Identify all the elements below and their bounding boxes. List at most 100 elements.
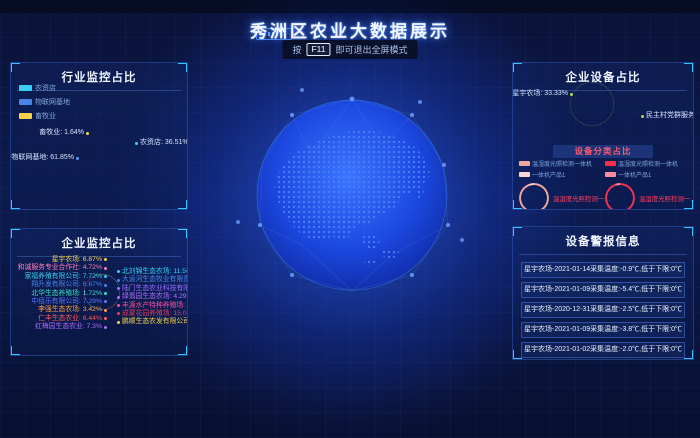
alarm-list: 星宇农场-2021-01-14采集温度:-0.9℃,低于下限:0℃ 星宇农场-2…	[513, 255, 693, 360]
hint-suffix: 即可退出全屏模式	[336, 43, 408, 56]
slice-label: 农资店: 36.51%	[135, 139, 188, 147]
slice-label: 家福养殖有限公司: 7.72%	[25, 273, 107, 281]
industry-legend: 农资店 物联网基地 畜牧业	[19, 83, 70, 121]
panel-equipment-ratio: 企业设备占比 星宇农场: 33.33% 民主村党群服务中心... 设备分类占比 …	[512, 62, 694, 210]
legend-swatch	[605, 172, 616, 177]
label-dot	[117, 312, 120, 315]
slice-label: 鹏顺生态农发有限公司: 6.87	[117, 318, 188, 326]
page-title: 秀洲区农业大数据展示	[0, 17, 700, 42]
corner-accent	[512, 62, 522, 72]
classification-donut-b[interactable]	[605, 183, 635, 210]
slice-label: 物联网基地: 61.85%	[15, 154, 79, 162]
slice-label: 陆门生态农业科技有限公	[117, 285, 188, 293]
corner-accent	[512, 226, 522, 236]
pointer-label: 温湿度光照检测一…	[553, 194, 611, 203]
alarm-row[interactable]: 星宇农场-2020-12-31采集温度:-2.5℃,低于下限:0℃	[521, 302, 685, 318]
corner-accent	[684, 350, 694, 360]
legend-swatch	[605, 161, 616, 166]
label-dot	[104, 309, 107, 312]
mesh-node	[418, 100, 422, 104]
label-dot	[117, 279, 120, 282]
legend-item[interactable]: 温湿度光照检测一体机	[519, 159, 603, 168]
slice-label: 绿翡园生态农场: 4.29	[117, 293, 187, 301]
enterprise-right-labels: 北刘锦生态农场: 11.56% 大运河生态牧业有限责任公 陆门生态农业科技有限公…	[117, 268, 188, 326]
label-dot	[117, 270, 120, 273]
label-dot	[104, 284, 107, 287]
label-dot	[104, 275, 107, 278]
panel-title: 设备警报信息	[519, 227, 687, 255]
corner-accent	[10, 228, 20, 238]
label-dot	[117, 296, 120, 299]
label-dot	[117, 287, 120, 290]
corner-accent	[10, 346, 20, 356]
classification-subtitle: 设备分类占比	[553, 145, 653, 158]
classification-group-b: 温湿度光照检测一体机 一体机产品1 温湿度光照检测一…	[605, 159, 691, 210]
slice-label: 北刘锦生态农场: 11.56%	[117, 268, 188, 276]
slice-label: 丰源水产特种养殖场: 1.	[117, 302, 188, 310]
industry-donut-chart[interactable]	[83, 136, 129, 182]
legend-swatch	[19, 99, 32, 105]
panel-alarm-info: 设备警报信息 星宇农场-2021-01-14采集温度:-0.9℃,低于下限:0℃…	[512, 226, 694, 360]
alarm-row[interactable]: 星宇农场-2021-01-09采集温度:-5.4℃,低于下限:0℃	[521, 282, 685, 298]
label-dot	[135, 142, 138, 145]
label-dot	[104, 267, 107, 270]
corner-accent	[178, 200, 188, 210]
legend-item[interactable]: 物联网基地	[19, 97, 70, 107]
slice-label: 红梅园生态农业: 7.3%	[35, 323, 107, 331]
top-bar	[0, 0, 700, 13]
corner-accent	[684, 62, 694, 72]
corner-accent	[512, 350, 522, 360]
legend-item[interactable]: 畜牧业	[19, 111, 70, 121]
classification-group-a: 温湿度光照检测一体机 一体机产品1 温湿度光照检测一…	[519, 159, 603, 210]
slice-label: 北华生态养殖场: 1.72%	[31, 290, 107, 298]
corner-accent	[178, 62, 188, 72]
alarm-row[interactable]: 星宇农场-2021-01-02采集温度:-2.0℃,低于下限:0℃	[521, 342, 685, 358]
label-dot	[104, 292, 107, 295]
corner-accent	[178, 346, 188, 356]
legend-swatch	[19, 85, 32, 91]
legend-item[interactable]: 温湿度光照检测一体机	[605, 159, 691, 168]
legend-item[interactable]: 一体机产品1	[519, 170, 603, 179]
alarm-row[interactable]: 星宇农场-2021-01-09采集温度:-3.8℃,低于下限:0℃	[521, 322, 685, 338]
panel-title: 企业监控占比	[17, 229, 181, 257]
label-dot	[641, 115, 644, 118]
label-dot	[104, 258, 107, 261]
label-dot	[86, 132, 89, 135]
label-dot	[104, 317, 107, 320]
label-dot	[570, 93, 573, 96]
corner-accent	[10, 200, 20, 210]
legend-item[interactable]: 农资店	[19, 83, 70, 93]
panel-industry-monitor: 行业监控占比 农资店 物联网基地 畜牧业 畜牧业: 1.64% 农资店: 36.…	[10, 62, 188, 210]
pointer-label: 温湿度光照检测一…	[639, 194, 694, 203]
slice-label: 翔升发有限公司: 6.87%	[31, 281, 107, 289]
slice-label: 李强生态农场: 3.42%	[38, 306, 107, 314]
enterprise-left-labels: 星宇农场: 6.87% 和诚服务专业合作社: 4.72% 家福养殖有限公司: 7…	[13, 256, 107, 331]
alarm-row[interactable]: 星宇农场-2021-01-14采集温度:-0.9℃,低于下限:0℃	[521, 262, 685, 278]
label-dot	[104, 300, 107, 303]
legend-item[interactable]: 一体机产品1	[605, 170, 691, 179]
slice-label: 星宇农场: 33.33%	[517, 90, 573, 98]
globe-graphic	[252, 95, 452, 295]
legend-swatch	[19, 113, 32, 119]
fullscreen-hint: 按 F11 即可退出全屏模式	[282, 40, 417, 59]
slice-label: 中佰乐有限公司: 7.29%	[31, 298, 107, 306]
label-dot	[76, 157, 79, 160]
slice-label: 大运河生态牧业有限责任公	[117, 276, 188, 284]
slice-label: 畜牧业: 1.64%	[19, 129, 89, 137]
label-dot	[117, 321, 120, 324]
panel-enterprise-monitor: 企业监控占比 星宇农场: 6.87% 和诚服务专业合作社: 4.72% 家福养殖…	[10, 228, 188, 356]
mesh-node	[460, 238, 464, 242]
corner-accent	[684, 226, 694, 236]
f11-key-badge: F11	[306, 43, 330, 56]
mesh-node	[300, 88, 304, 92]
corner-accent	[10, 62, 20, 72]
legend-swatch	[519, 161, 530, 166]
legend-swatch	[519, 172, 530, 177]
slice-label: 成蒙花园养殖场: 15.02%	[117, 310, 188, 318]
corner-accent	[178, 228, 188, 238]
equipment-donut-chart[interactable]	[570, 82, 614, 126]
classification-donut-a[interactable]	[519, 183, 549, 210]
label-dot	[117, 304, 120, 307]
slice-label: 和诚服务专业合作社: 4.72%	[18, 264, 107, 272]
slice-label: 民主村党群服务中心...	[641, 112, 694, 120]
